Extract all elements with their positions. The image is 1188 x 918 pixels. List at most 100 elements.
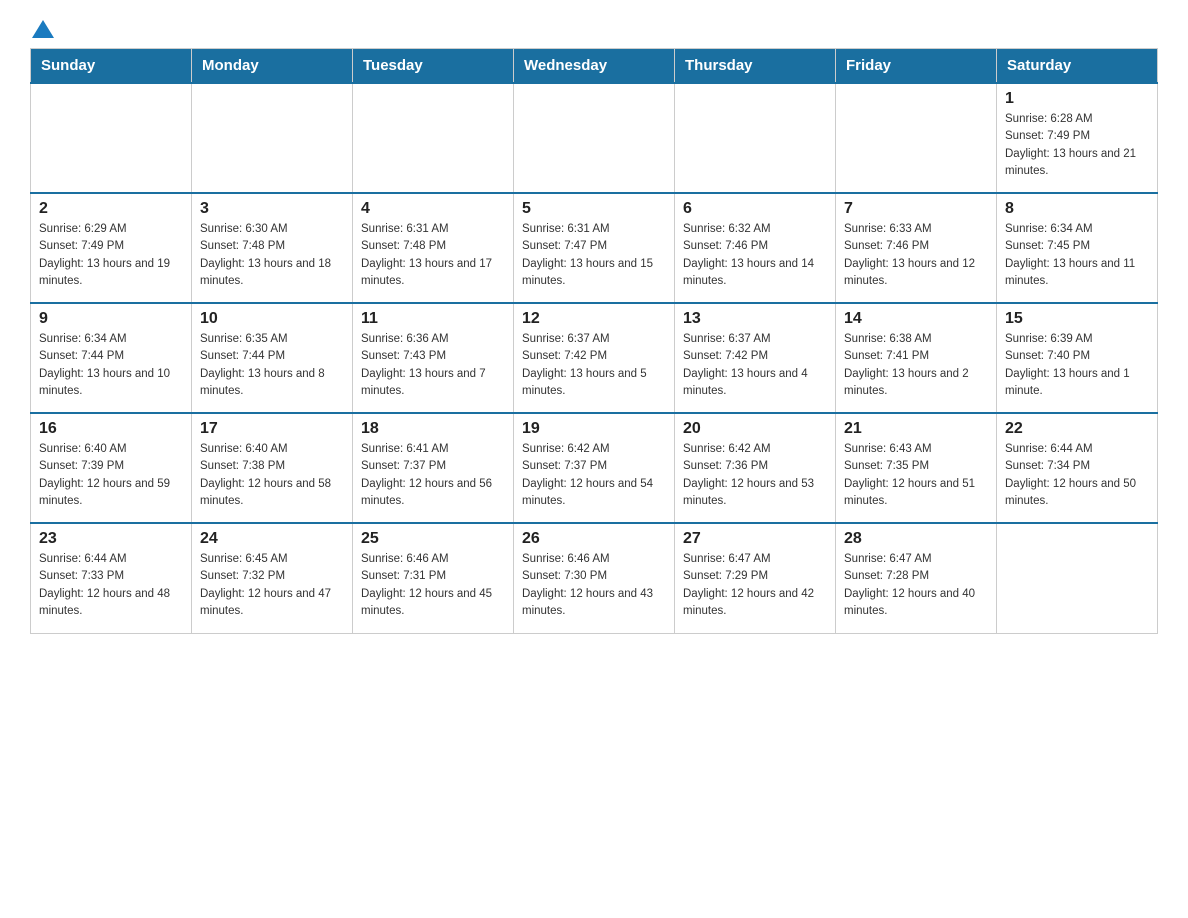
calendar-cell: 22 Sunrise: 6:44 AMSunset: 7:34 PMDayligh…	[997, 413, 1158, 523]
weekday-header-row: SundayMondayTuesdayWednesdayThursdayFrid…	[31, 49, 1158, 84]
day-number: 22	[1005, 420, 1149, 438]
day-info: Sunrise: 6:33 AMSunset: 7:46 PMDaylight:…	[844, 221, 988, 290]
calendar-cell: 7 Sunrise: 6:33 AMSunset: 7:46 PMDaylight…	[836, 193, 997, 303]
day-info: Sunrise: 6:34 AMSunset: 7:45 PMDaylight:…	[1005, 221, 1149, 290]
calendar-cell	[192, 83, 353, 193]
day-number: 13	[683, 310, 827, 328]
calendar-cell	[997, 523, 1158, 633]
day-number: 26	[522, 530, 666, 548]
week-row-3: 9 Sunrise: 6:34 AMSunset: 7:44 PMDaylight…	[31, 303, 1158, 413]
day-info: Sunrise: 6:40 AMSunset: 7:39 PMDaylight:…	[39, 441, 183, 510]
day-number: 7	[844, 200, 988, 218]
day-info: Sunrise: 6:28 AMSunset: 7:49 PMDaylight:…	[1005, 111, 1149, 180]
day-number: 6	[683, 200, 827, 218]
day-info: Sunrise: 6:40 AMSunset: 7:38 PMDaylight:…	[200, 441, 344, 510]
day-info: Sunrise: 6:36 AMSunset: 7:43 PMDaylight:…	[361, 331, 505, 400]
calendar-cell	[514, 83, 675, 193]
calendar-cell: 2 Sunrise: 6:29 AMSunset: 7:49 PMDaylight…	[31, 193, 192, 303]
calendar-cell: 3Sunrise: 6:30 AMSunset: 7:48 PMDaylight…	[192, 193, 353, 303]
calendar-cell: 15 Sunrise: 6:39 AMSunset: 7:40 PMDayligh…	[997, 303, 1158, 413]
weekday-header-saturday: Saturday	[997, 49, 1158, 84]
day-number: 12	[522, 310, 666, 328]
calendar-cell: 1 Sunrise: 6:28 AMSunset: 7:49 PMDaylight…	[997, 83, 1158, 193]
day-info: Sunrise: 6:47 AMSunset: 7:28 PMDaylight:…	[844, 551, 988, 620]
week-row-1: 1 Sunrise: 6:28 AMSunset: 7:49 PMDaylight…	[31, 83, 1158, 193]
day-info: Sunrise: 6:30 AMSunset: 7:48 PMDaylight:…	[200, 221, 344, 290]
calendar-cell: 26Sunrise: 6:46 AMSunset: 7:30 PMDayligh…	[514, 523, 675, 633]
calendar-cell: 11 Sunrise: 6:36 AMSunset: 7:43 PMDayligh…	[353, 303, 514, 413]
day-number: 16	[39, 420, 183, 438]
calendar-cell: 17 Sunrise: 6:40 AMSunset: 7:38 PMDayligh…	[192, 413, 353, 523]
calendar-cell: 5Sunrise: 6:31 AMSunset: 7:47 PMDaylight…	[514, 193, 675, 303]
calendar-cell: 18 Sunrise: 6:41 AMSunset: 7:37 PMDayligh…	[353, 413, 514, 523]
day-number: 23	[39, 530, 183, 548]
day-number: 11	[361, 310, 505, 328]
weekday-header-sunday: Sunday	[31, 49, 192, 84]
calendar-cell: 12 Sunrise: 6:37 AMSunset: 7:42 PMDayligh…	[514, 303, 675, 413]
week-row-4: 16 Sunrise: 6:40 AMSunset: 7:39 PMDayligh…	[31, 413, 1158, 523]
calendar-cell: 6 Sunrise: 6:32 AMSunset: 7:46 PMDaylight…	[675, 193, 836, 303]
calendar-cell: 13 Sunrise: 6:37 AMSunset: 7:42 PMDayligh…	[675, 303, 836, 413]
calendar-cell: 16 Sunrise: 6:40 AMSunset: 7:39 PMDayligh…	[31, 413, 192, 523]
calendar-cell: 14 Sunrise: 6:38 AMSunset: 7:41 PMDayligh…	[836, 303, 997, 413]
day-info: Sunrise: 6:32 AMSunset: 7:46 PMDaylight:…	[683, 221, 827, 290]
day-info: Sunrise: 6:29 AMSunset: 7:49 PMDaylight:…	[39, 221, 183, 290]
calendar-cell: 19 Sunrise: 6:42 AMSunset: 7:37 PMDayligh…	[514, 413, 675, 523]
week-row-5: 23Sunrise: 6:44 AMSunset: 7:33 PMDayligh…	[31, 523, 1158, 633]
weekday-header-monday: Monday	[192, 49, 353, 84]
calendar-cell: 25Sunrise: 6:46 AMSunset: 7:31 PMDayligh…	[353, 523, 514, 633]
weekday-header-friday: Friday	[836, 49, 997, 84]
calendar-cell	[675, 83, 836, 193]
calendar-cell	[836, 83, 997, 193]
day-info: Sunrise: 6:44 AMSunset: 7:34 PMDaylight:…	[1005, 441, 1149, 510]
day-number: 21	[844, 420, 988, 438]
calendar-table: SundayMondayTuesdayWednesdayThursdayFrid…	[30, 48, 1158, 634]
day-number: 10	[200, 310, 344, 328]
day-number: 17	[200, 420, 344, 438]
day-number: 15	[1005, 310, 1149, 328]
day-number: 18	[361, 420, 505, 438]
week-row-2: 2 Sunrise: 6:29 AMSunset: 7:49 PMDaylight…	[31, 193, 1158, 303]
day-number: 27	[683, 530, 827, 548]
day-number: 1	[1005, 90, 1149, 108]
logo-triangle-icon	[32, 20, 54, 38]
calendar-cell: 23Sunrise: 6:44 AMSunset: 7:33 PMDayligh…	[31, 523, 192, 633]
day-info: Sunrise: 6:45 AMSunset: 7:32 PMDaylight:…	[200, 551, 344, 620]
calendar-cell: 4 Sunrise: 6:31 AMSunset: 7:48 PMDaylight…	[353, 193, 514, 303]
day-number: 2	[39, 200, 183, 218]
day-info: Sunrise: 6:37 AMSunset: 7:42 PMDaylight:…	[522, 331, 666, 400]
day-number: 4	[361, 200, 505, 218]
weekday-header-wednesday: Wednesday	[514, 49, 675, 84]
day-info: Sunrise: 6:42 AMSunset: 7:37 PMDaylight:…	[522, 441, 666, 510]
day-number: 24	[200, 530, 344, 548]
page-header	[30, 20, 1158, 38]
weekday-header-tuesday: Tuesday	[353, 49, 514, 84]
logo	[30, 20, 54, 38]
day-info: Sunrise: 6:37 AMSunset: 7:42 PMDaylight:…	[683, 331, 827, 400]
day-info: Sunrise: 6:39 AMSunset: 7:40 PMDaylight:…	[1005, 331, 1149, 400]
calendar-cell	[353, 83, 514, 193]
day-number: 25	[361, 530, 505, 548]
calendar-cell: 9 Sunrise: 6:34 AMSunset: 7:44 PMDaylight…	[31, 303, 192, 413]
calendar-cell: 8 Sunrise: 6:34 AMSunset: 7:45 PMDaylight…	[997, 193, 1158, 303]
day-number: 14	[844, 310, 988, 328]
day-number: 5	[522, 200, 666, 218]
day-number: 20	[683, 420, 827, 438]
day-number: 9	[39, 310, 183, 328]
day-number: 8	[1005, 200, 1149, 218]
day-info: Sunrise: 6:34 AMSunset: 7:44 PMDaylight:…	[39, 331, 183, 400]
calendar-cell: 28 Sunrise: 6:47 AMSunset: 7:28 PMDayligh…	[836, 523, 997, 633]
calendar-cell	[31, 83, 192, 193]
day-info: Sunrise: 6:35 AMSunset: 7:44 PMDaylight:…	[200, 331, 344, 400]
day-info: Sunrise: 6:43 AMSunset: 7:35 PMDaylight:…	[844, 441, 988, 510]
day-number: 28	[844, 530, 988, 548]
day-info: Sunrise: 6:38 AMSunset: 7:41 PMDaylight:…	[844, 331, 988, 400]
day-info: Sunrise: 6:31 AMSunset: 7:48 PMDaylight:…	[361, 221, 505, 290]
day-number: 19	[522, 420, 666, 438]
calendar-cell: 20 Sunrise: 6:42 AMSunset: 7:36 PMDayligh…	[675, 413, 836, 523]
day-info: Sunrise: 6:42 AMSunset: 7:36 PMDaylight:…	[683, 441, 827, 510]
calendar-cell: 27 Sunrise: 6:47 AMSunset: 7:29 PMDayligh…	[675, 523, 836, 633]
day-info: Sunrise: 6:47 AMSunset: 7:29 PMDaylight:…	[683, 551, 827, 620]
day-info: Sunrise: 6:41 AMSunset: 7:37 PMDaylight:…	[361, 441, 505, 510]
weekday-header-thursday: Thursday	[675, 49, 836, 84]
